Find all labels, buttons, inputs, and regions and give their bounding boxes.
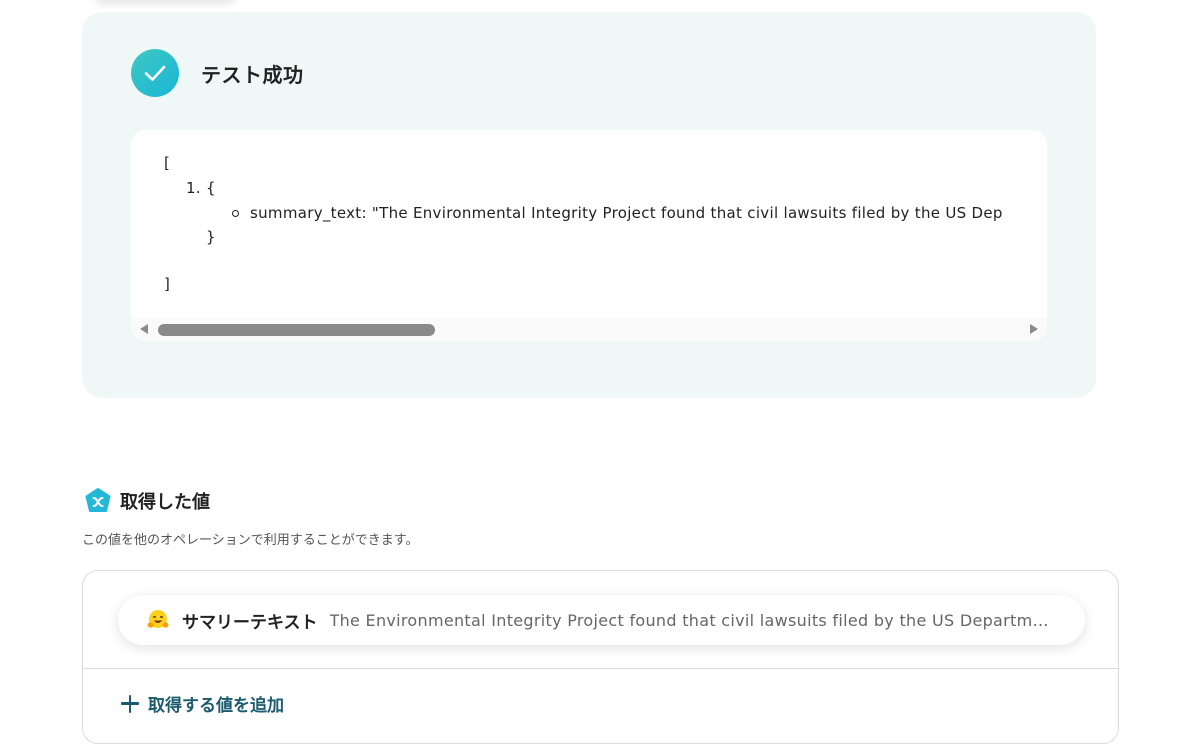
hugging-face-emoji-icon (147, 610, 169, 628)
value-chip-label: サマリーテキスト (182, 612, 318, 633)
acquired-values-card: サマリーテキスト The Environmental Integrity Pro… (82, 570, 1119, 744)
card-divider (83, 668, 1118, 669)
variable-pentagon-icon (84, 487, 112, 515)
json-item-index: 1. (186, 179, 201, 197)
add-acquired-value-button[interactable]: 取得する値を追加 (121, 691, 284, 716)
json-close-brace: } (206, 228, 216, 246)
value-chip-summary-text[interactable]: サマリーテキスト The Environmental Integrity Pro… (118, 595, 1085, 645)
value-chip-value: The Environmental Integrity Project foun… (329, 610, 1055, 630)
horizontal-scrollbar[interactable] (131, 318, 1047, 341)
json-summary-line: summary_text: "The Environmental Integri… (250, 204, 1003, 222)
json-open-bracket: [ (164, 154, 171, 172)
acquired-values-title: 取得した値 (120, 492, 210, 513)
json-open-brace: { (206, 179, 216, 197)
test-result-panel: テスト成功 [ 1. { summary_text: "The Environm… (82, 12, 1096, 398)
test-result-title: テスト成功 (201, 62, 304, 87)
json-close-bracket: ] (164, 275, 171, 293)
success-check-icon (131, 49, 179, 97)
plus-icon (121, 694, 139, 713)
scroll-left-arrow-icon[interactable] (140, 324, 148, 334)
json-output-box: [ 1. { summary_text: "The Environmental … (131, 130, 1047, 341)
json-output-content: [ 1. { summary_text: "The Environmental … (131, 130, 1047, 318)
scrollbar-thumb[interactable] (158, 324, 435, 336)
scroll-right-arrow-icon[interactable] (1030, 324, 1038, 334)
bullet-circle-icon (232, 210, 239, 217)
acquired-values-description: この値を他のオペレーションで利用することができます。 (82, 533, 419, 548)
test-result-header: テスト成功 (131, 49, 304, 97)
acquired-values-header: 取得した値 (84, 487, 210, 515)
add-acquired-value-label: 取得する値を追加 (148, 696, 284, 716)
